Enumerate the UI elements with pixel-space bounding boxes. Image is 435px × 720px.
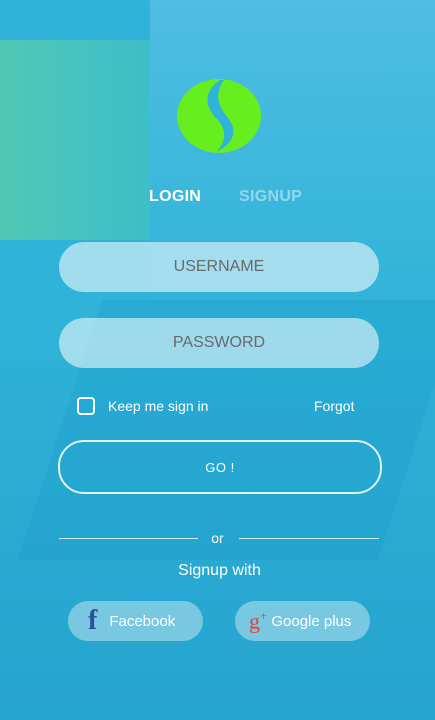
facebook-label: Facebook <box>109 612 176 630</box>
password-field[interactable] <box>59 317 379 369</box>
keep-signed-in-label: Keep me sign in <box>108 398 209 414</box>
divider-right <box>239 538 379 539</box>
tab-signup[interactable]: SIGNUP <box>239 188 302 206</box>
google-plus-label: Google plus <box>271 612 352 630</box>
go-button[interactable]: GO ! <box>58 440 382 494</box>
google-plus-button[interactable]: g+ Google plus <box>235 601 370 641</box>
forgot-link[interactable]: Forgot <box>314 398 354 414</box>
facebook-icon: f <box>88 605 98 636</box>
go-button-label: GO ! <box>205 459 235 475</box>
keep-signed-in[interactable]: Keep me sign in <box>77 397 208 415</box>
password-input[interactable] <box>59 317 379 369</box>
google-plus-icon: g+ <box>249 608 268 634</box>
username-field[interactable] <box>59 241 379 293</box>
username-input[interactable] <box>59 241 379 293</box>
leaf-logo-icon <box>177 79 261 153</box>
tab-login[interactable]: LOGIN <box>149 188 201 206</box>
signup-with-heading: Signup with <box>178 562 261 579</box>
checkbox-icon[interactable] <box>77 397 95 415</box>
auth-tabs: LOGIN SIGNUP <box>0 188 435 208</box>
background-window <box>0 40 150 240</box>
facebook-button[interactable]: f Facebook <box>68 601 203 641</box>
